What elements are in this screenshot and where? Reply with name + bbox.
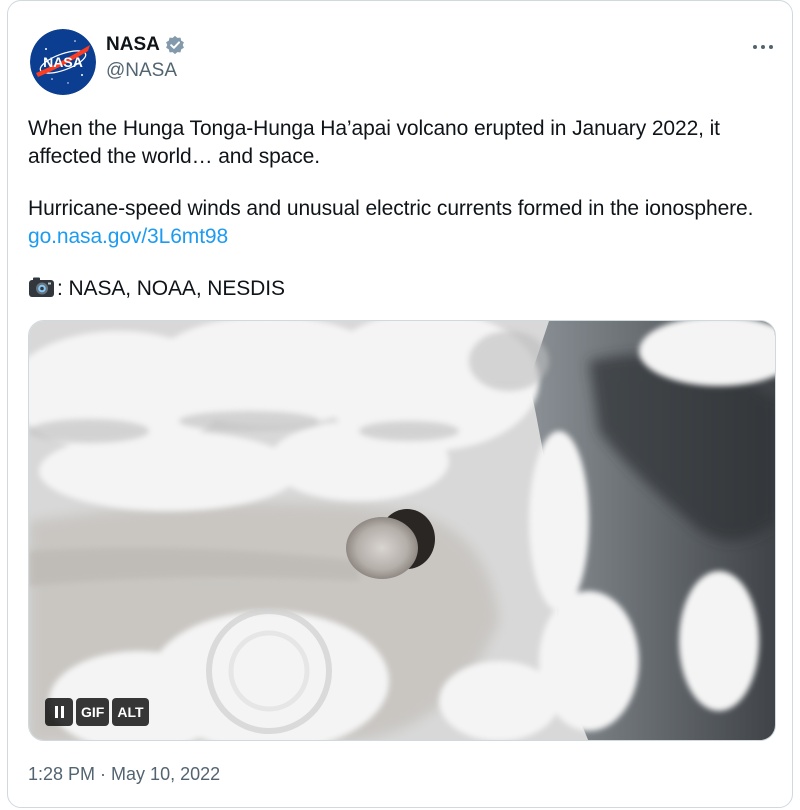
author-info: NASA @NASA [106,34,185,82]
handle[interactable]: @NASA [106,60,185,82]
tweet-paragraph: When the Hunga Tonga-Hunga Ha’apai volca… [28,117,720,168]
gif-badge[interactable]: GIF [76,698,110,726]
pause-button[interactable] [45,698,73,726]
tweet-paragraph: Hurricane-speed winds and unusual electr… [28,195,788,251]
pause-icon [54,706,64,718]
satellite-image [29,321,775,740]
tweet-text: When the Hunga Tonga-Hunga Ha’apai volca… [28,115,788,306]
nasa-logo-icon: NASA [30,29,96,95]
tweet-time[interactable]: 1:28 PM [28,764,95,784]
credit-line: : NASA, NOAA, NESDIS [28,275,788,306]
timestamp: 1:28 PM · May 10, 2022 [28,764,220,785]
timestamp-separator: · [95,764,112,784]
alt-text-button[interactable]: ALT [112,698,149,726]
more-dot-icon [761,45,765,49]
more-dot-icon [753,45,757,49]
credit-text: : NASA, NOAA, NESDIS [57,277,285,300]
tweet-paragraph-text: Hurricane-speed winds and unusual electr… [28,197,754,220]
svg-text:NASA: NASA [43,54,83,70]
shortlink[interactable]: go.nasa.gov/3L6mt98 [28,225,228,248]
avatar[interactable]: NASA [30,29,96,95]
tweet-card: NASA NASA @NASA When the Hunga Tonga-Hun… [7,0,793,808]
media-controls: GIF ALT [45,698,149,726]
verified-badge-icon[interactable] [165,35,185,55]
media-gif[interactable]: GIF ALT [28,320,776,741]
display-name[interactable]: NASA [106,34,160,56]
more-dot-icon [769,45,773,49]
tweet-date[interactable]: May 10, 2022 [111,764,220,784]
more-options-button[interactable] [746,35,780,59]
camera-emoji-icon [28,276,55,306]
